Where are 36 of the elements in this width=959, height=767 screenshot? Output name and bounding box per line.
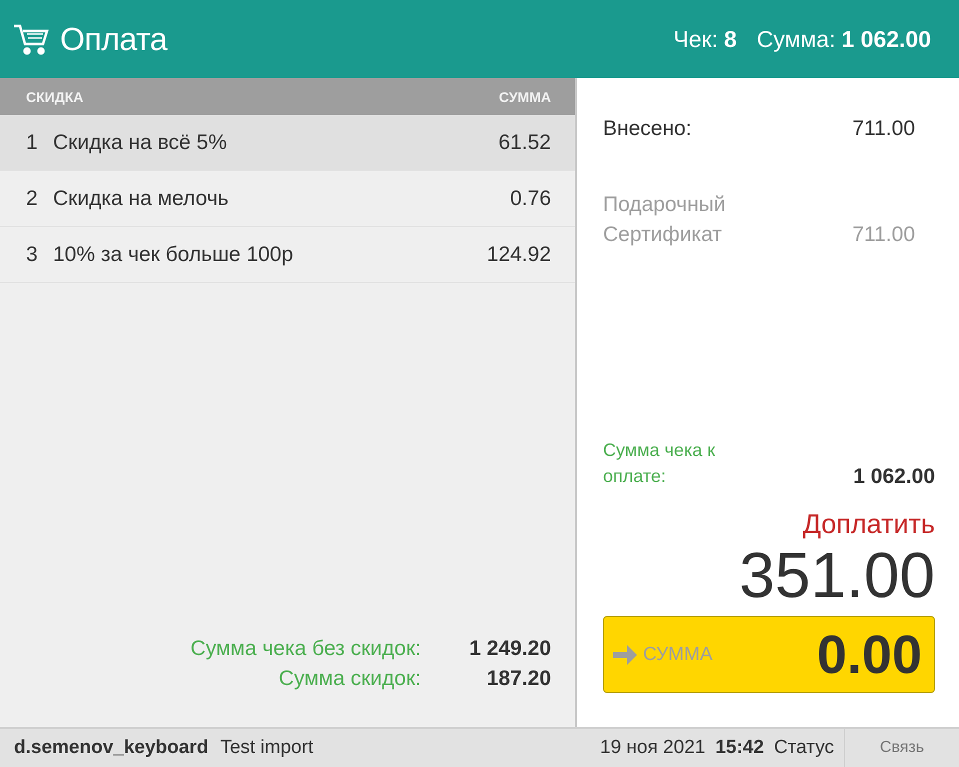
total-label: Сумма скидок: <box>278 667 421 691</box>
field-label: СУММА <box>643 644 712 666</box>
receipt-label: Чек: <box>673 26 718 52</box>
remaining-label: Доплатить <box>802 509 935 540</box>
discount-row[interactable]: 1 Скидка на всё 5% 61.52 <box>0 115 575 171</box>
payment-value: 711.00 <box>852 116 916 142</box>
discount-amount: 124.92 <box>486 242 551 266</box>
receipt-number: 8 <box>724 26 737 52</box>
payment-label: Подарочный Сертификат <box>603 192 727 248</box>
payment-label: Внесено: <box>603 116 693 142</box>
total-value: 187.20 <box>486 667 551 691</box>
payment-value: 711.00 <box>852 222 916 248</box>
due-value: 1 062.00 <box>853 465 935 489</box>
row-number: 1 <box>26 130 39 154</box>
cart-icon <box>12 22 50 56</box>
discount-amount: 0.76 <box>510 186 551 210</box>
status-text: Статус <box>774 737 834 759</box>
page-title: Оплата <box>60 20 168 58</box>
store-name: Test import <box>220 737 314 759</box>
sum-value: 1 062.00 <box>841 26 931 52</box>
date-text: 19 ноя 2021 <box>600 737 706 759</box>
user-name: d.semenov_keyboard <box>14 737 208 759</box>
discount-name: 10% за чек больше 100р <box>53 242 294 266</box>
sum-label: Сумма: <box>756 26 836 52</box>
discount-name: Скидка на всё 5% <box>53 130 228 154</box>
row-number: 3 <box>26 242 39 266</box>
column-header: СУММА <box>498 88 551 104</box>
total-value: 1 249.20 <box>468 637 551 661</box>
column-header: СКИДКА <box>26 88 84 104</box>
remaining-value: 351.00 <box>739 540 935 610</box>
total-label: Сумма чека без скидок: <box>190 637 421 661</box>
due-label: Сумма чека к оплате: <box>603 439 716 488</box>
row-number: 2 <box>26 186 39 210</box>
discount-name: Скидка на мелочь <box>53 186 230 210</box>
time-text: 15:42 <box>715 737 764 759</box>
discount-amount: 61.52 <box>498 130 551 154</box>
